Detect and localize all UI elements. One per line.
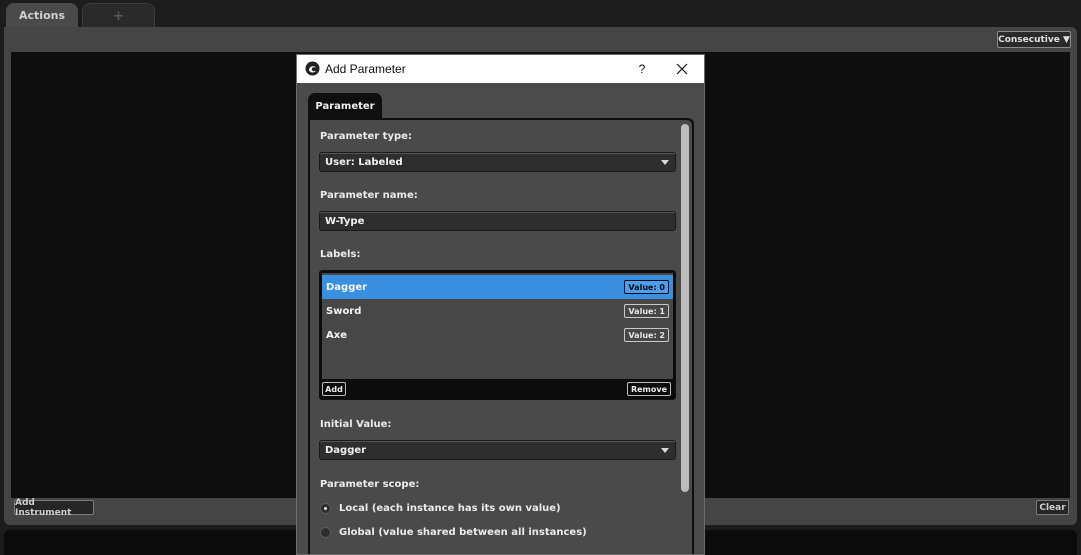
parameter-form: Parameter type: User: Labeled Parameter … xyxy=(310,120,692,554)
clear-button[interactable]: Clear xyxy=(1036,500,1069,515)
fmod-logo-icon xyxy=(305,61,320,76)
add-label-button[interactable]: Add xyxy=(322,382,346,396)
dialog-content: Parameter type: User: Labeled Parameter … xyxy=(308,118,694,554)
parameter-name-input[interactable]: W-Type xyxy=(319,211,676,231)
label-name: Dagger xyxy=(326,281,368,293)
parameter-scope-label: Parameter scope: xyxy=(320,479,420,490)
scope-global-option[interactable]: Global (value shared between all instanc… xyxy=(320,524,587,540)
app-window: Actions + Consecutive ▼ Add Instrument C… xyxy=(0,0,1081,555)
scope-local-option[interactable]: Local (each instance has its own value) xyxy=(320,500,561,516)
labels-editor: Dagger Value: 0 Sword Value: 1 Axe Value… xyxy=(319,270,676,400)
labels-list: Dagger Value: 0 Sword Value: 1 Axe Value… xyxy=(322,273,673,379)
scope-global-label: Global (value shared between all instanc… xyxy=(339,526,587,538)
labels-label: Labels: xyxy=(320,249,361,260)
label-value-badge: Value: 1 xyxy=(624,304,669,318)
scope-local-label: Local (each instance has its own value) xyxy=(339,502,561,514)
close-icon[interactable] xyxy=(673,60,691,78)
parameter-name-label: Parameter name: xyxy=(320,190,418,201)
add-parameter-dialog: Add Parameter ? Parameter Parameter type… xyxy=(296,54,705,555)
remove-label-button[interactable]: Remove xyxy=(627,382,671,396)
playback-mode-dropdown[interactable]: Consecutive ▼ xyxy=(997,31,1071,48)
chevron-down-icon xyxy=(661,448,669,453)
help-button[interactable]: ? xyxy=(634,60,650,78)
radio-selected-icon[interactable] xyxy=(320,502,331,514)
chevron-down-icon xyxy=(661,160,669,165)
tab-actions[interactable]: Actions xyxy=(6,3,78,28)
parameter-type-value: User: Labeled xyxy=(325,156,403,168)
initial-value-value: Dagger xyxy=(325,444,367,456)
dialog-titlebar[interactable]: Add Parameter ? xyxy=(297,55,704,83)
parameter-type-label: Parameter type: xyxy=(320,131,412,142)
initial-value-label: Initial Value: xyxy=(320,419,392,430)
parameter-type-dropdown[interactable]: User: Labeled xyxy=(319,152,676,172)
initial-value-dropdown[interactable]: Dagger xyxy=(319,440,676,460)
scrollbar[interactable] xyxy=(681,124,689,492)
label-value-badge: Value: 0 xyxy=(624,280,669,294)
tab-bar: Actions + xyxy=(0,0,1081,28)
label-name: Axe xyxy=(326,329,347,341)
add-instrument-button[interactable]: Add Instrument xyxy=(14,498,94,518)
label-item-dagger[interactable]: Dagger Value: 0 xyxy=(322,275,673,299)
label-item-sword[interactable]: Sword Value: 1 xyxy=(322,299,673,323)
label-name: Sword xyxy=(326,305,362,317)
radio-unselected-icon[interactable] xyxy=(320,526,331,538)
dialog-title: Add Parameter xyxy=(325,62,406,76)
label-value-badge: Value: 2 xyxy=(624,328,669,342)
add-tab-button[interactable]: + xyxy=(82,3,155,28)
label-item-axe[interactable]: Axe Value: 2 xyxy=(322,323,673,347)
tab-parameter[interactable]: Parameter xyxy=(308,93,382,119)
